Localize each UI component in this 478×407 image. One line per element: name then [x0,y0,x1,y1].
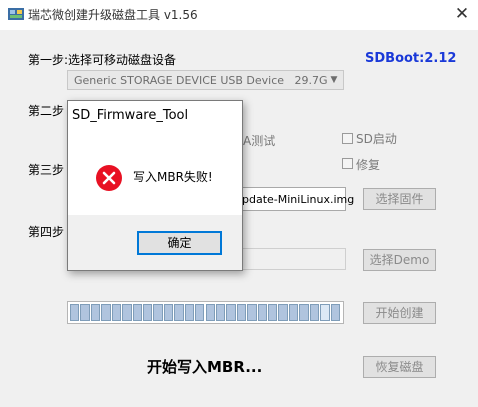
device-select[interactable]: Generic STORAGE DEVICE USB Device 29.7G … [67,70,344,90]
progress-segment [288,304,299,321]
start-create-button[interactable]: 开始创建 [363,302,436,324]
error-dialog: SD_Firmware_Tool 写入MBR失败! 确定 [67,100,243,271]
sd-boot-checkbox[interactable] [342,133,353,144]
progress-segment [153,304,163,321]
progress-segment [70,304,80,321]
progress-segment [111,304,122,321]
progress-segment [330,304,340,321]
progress-segment [174,304,184,321]
progress-segment [142,304,153,321]
sd-boot-label: SD启动 [356,132,397,146]
progress-segment [80,304,90,321]
dialog-body: 写入MBR失败! [68,131,242,215]
step2-label: 第二步 [28,104,65,118]
progress-segment [215,304,226,321]
progress-segment [247,304,257,321]
progress-segment [184,304,195,321]
progress-segment [299,304,309,321]
progress-segment [90,304,101,321]
dialog-title-bar: SD_Firmware_Tool [68,101,242,131]
progress-segment [195,304,205,321]
progress-segment [163,304,174,321]
progress-segment [226,304,236,321]
firmware-path-value: pdate-MiniLinux.img [242,193,355,206]
progress-segment [236,304,247,321]
select-demo-button[interactable]: 选择Demo [363,249,436,271]
firmware-path-field[interactable]: pdate-MiniLinux.img [238,187,354,211]
option-partial-label: A测试 [243,134,276,148]
close-icon[interactable]: ✕ [452,4,472,24]
repair-label: 修复 [356,158,381,172]
chevron-down-icon: ▼ [330,75,338,85]
step4-label: 第四步 [28,225,65,239]
progress-segment [132,304,142,321]
progress-segment [122,304,132,321]
demo-path-field[interactable] [238,248,346,270]
ok-button[interactable]: 确定 [137,231,222,255]
repair-checkbox[interactable] [342,158,353,169]
progress-segment [268,304,278,321]
progress-segment [101,304,111,321]
progress-segment [309,304,320,321]
error-icon [96,165,122,191]
status-text: 开始写入MBR... [147,358,263,376]
step1-label: 第一步:选择可移动磁盘设备 [28,53,177,67]
progress-segment [205,304,215,321]
restore-disk-button[interactable]: 恢复磁盘 [363,356,436,378]
progress-bar [67,301,344,324]
dialog-title: SD_Firmware_Tool [72,108,189,123]
title-bar: 瑞芯微创建升级磁盘工具 v1.56 ✕ [0,0,478,30]
app-icon [8,8,24,20]
sdboot-version: SDBoot:2.12 [365,51,457,66]
progress-segment [278,304,288,321]
device-select-value: Generic STORAGE DEVICE USB Device 29.7G [74,74,328,87]
select-firmware-button[interactable]: 选择固件 [363,188,436,210]
progress-segment [257,304,268,321]
step3-label: 第三步 [28,163,65,177]
dialog-message: 写入MBR失败! [133,170,213,184]
progress-segment [320,304,330,321]
window-title: 瑞芯微创建升级磁盘工具 v1.56 [28,8,198,22]
